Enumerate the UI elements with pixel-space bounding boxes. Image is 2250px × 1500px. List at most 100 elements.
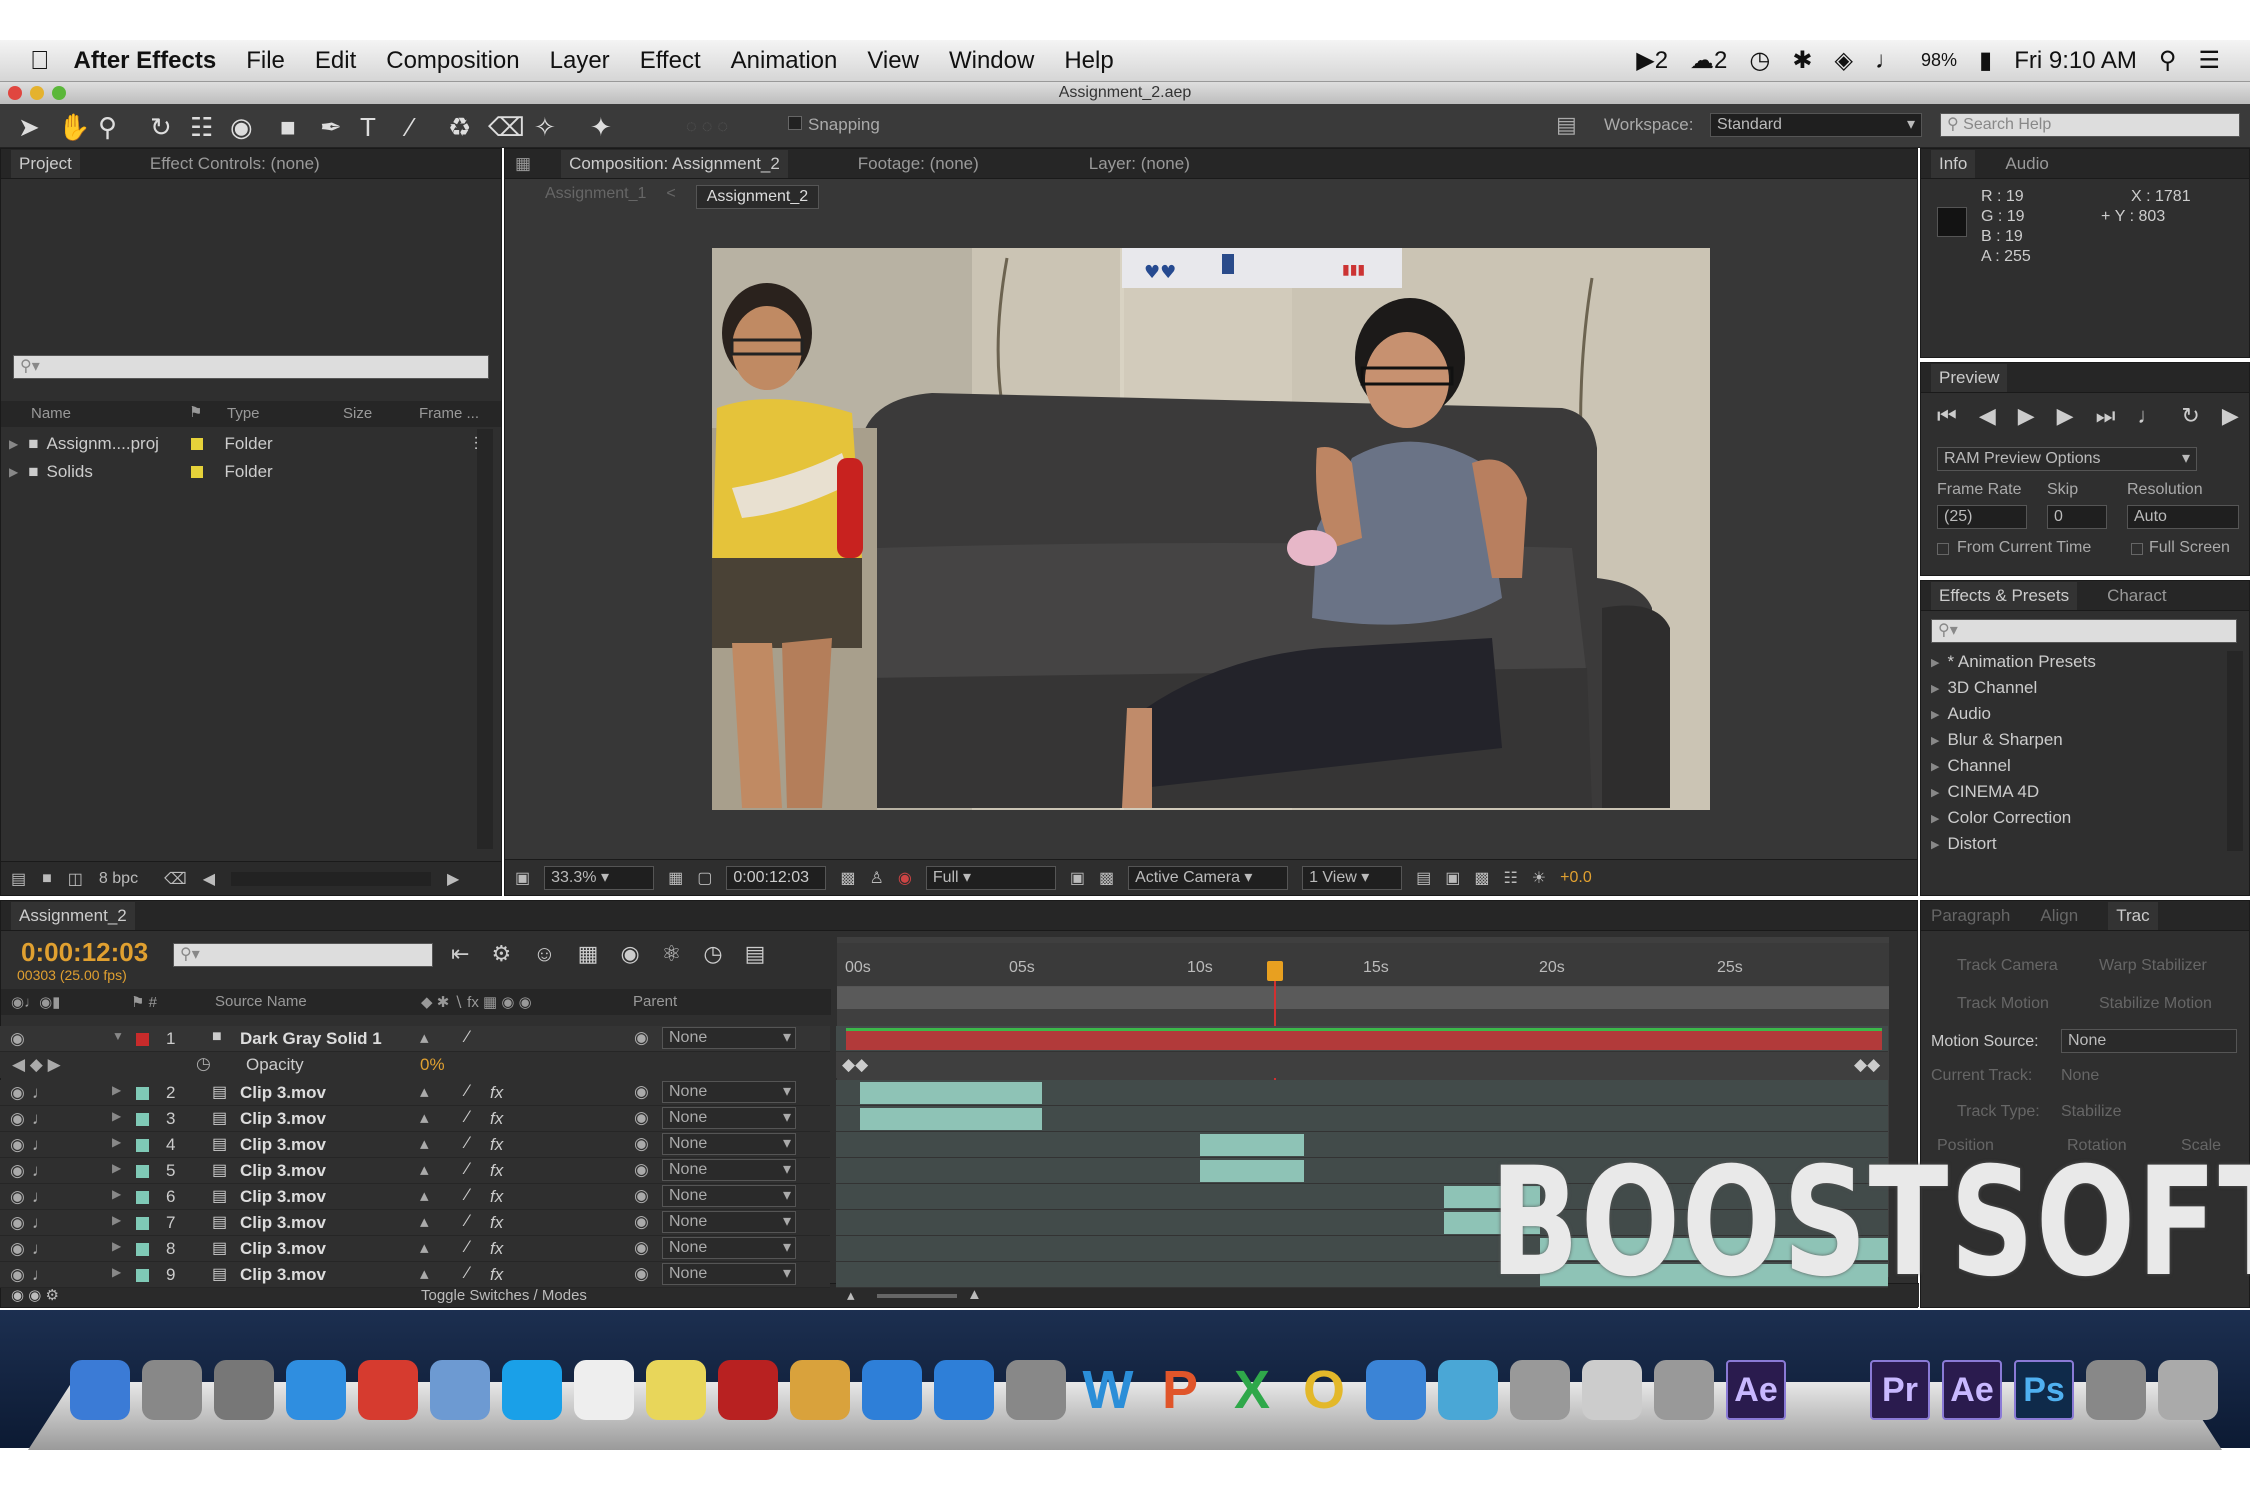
column-name[interactable]: Name (31, 405, 71, 422)
disclosure-icon[interactable]: ▶ (112, 1265, 121, 1279)
disclosure-icon[interactable]: ▶ (112, 1161, 121, 1175)
menu-view[interactable]: View (867, 47, 919, 75)
shy-switch-icon[interactable]: ▴ (420, 1238, 429, 1258)
pick-whip-icon[interactable]: ◉ (634, 1134, 649, 1154)
parent-select[interactable]: None ▾ (662, 1237, 796, 1259)
quality-switch-icon[interactable]: ⁄ (466, 1211, 469, 1231)
effects-switch-icon[interactable]: fx (490, 1161, 503, 1181)
tab-align[interactable]: Align (2040, 906, 2078, 926)
composition-mini-flowchart-icon[interactable]: ⇤ (451, 941, 469, 967)
zoom-in-icon[interactable]: ▲ (967, 1286, 982, 1303)
stickies-icon[interactable] (646, 1360, 706, 1420)
layer-source-name[interactable]: Clip 3.mov (240, 1265, 326, 1285)
shy-switch-icon[interactable]: ▴ (420, 1134, 429, 1154)
effects-switch-icon[interactable]: fx (490, 1213, 503, 1233)
disclosure-icon[interactable]: ▶ (112, 1083, 121, 1097)
timeline-zoom-slider[interactable] (877, 1294, 957, 1298)
network-icon[interactable] (1438, 1360, 1498, 1420)
disclosure-icon[interactable]: ▶ (112, 1239, 121, 1253)
disclosure-icon[interactable]: ▶ (112, 1213, 121, 1227)
clock-status-icon[interactable]: ◷ (1749, 46, 1770, 75)
quality-switch-icon[interactable]: ⁄ (466, 1081, 469, 1101)
tab-preview[interactable]: Preview (1931, 363, 2008, 392)
full-screen-checkbox[interactable] (2131, 543, 2143, 555)
layer-duration-bar[interactable] (846, 1028, 1882, 1050)
skype-icon[interactable] (502, 1360, 562, 1420)
quality-switch-icon[interactable]: ⁄ (466, 1263, 469, 1283)
pick-whip-icon[interactable]: ◉ (634, 1108, 649, 1128)
list-item[interactable]: ▶ Blur & Sharpen (1931, 727, 2221, 753)
audio-speaker-icon[interactable]: ♩ (32, 1161, 49, 1181)
keychain-icon[interactable] (1654, 1360, 1714, 1420)
volume-icon[interactable]: ♩ (1875, 47, 1899, 75)
keyframe-icon[interactable]: ◆◆ (1854, 1055, 1880, 1075)
tab-layer[interactable]: Layer: (none) (1089, 154, 1190, 174)
graph-editor-icon[interactable]: ▤ (745, 941, 766, 967)
photoshop-icon[interactable]: Ps (2014, 1360, 2074, 1420)
apple-icon[interactable]:  (30, 45, 50, 76)
menu-window[interactable]: Window (949, 47, 1034, 75)
footer-icons[interactable]: ◉ ◉ ⚙ (11, 1286, 59, 1304)
after-effects-icon[interactable]: Ae (1942, 1360, 2002, 1420)
keyframe-icon[interactable]: ◆◆ (842, 1055, 868, 1075)
timeline-search-input[interactable]: ⚲▾ (173, 943, 433, 967)
clock[interactable]: Fri 9:10 AM (2014, 47, 2137, 75)
excel-icon[interactable]: X (1222, 1360, 1282, 1420)
type-tool-icon[interactable]: T (360, 112, 376, 143)
layer-source-name[interactable]: Clip 3.mov (240, 1083, 326, 1103)
audio-speaker-icon[interactable]: ♩ (32, 1265, 49, 1285)
dvd-player-icon[interactable] (1582, 1360, 1642, 1420)
zoom-window-icon[interactable] (52, 86, 66, 100)
layer-source-name[interactable]: Clip 3.mov (240, 1109, 326, 1129)
pick-whip-icon[interactable]: ◉ (634, 1186, 649, 1206)
pick-whip-icon[interactable]: ◉ (634, 1082, 649, 1102)
label-swatch[interactable] (136, 1243, 149, 1256)
new-folder-icon[interactable]: ■ (42, 870, 52, 888)
transparency-grid-icon[interactable]: ▩ (1099, 868, 1114, 888)
bluetooth-icon[interactable]: ✱ (1792, 46, 1812, 75)
last-frame-icon[interactable]: ⏭ (2096, 403, 2116, 429)
disclosure-icon[interactable]: ▼ (112, 1029, 124, 1043)
disclosure-icon[interactable]: ▶ (112, 1109, 121, 1123)
list-item[interactable]: ▶ ■ Assignm....proj Folder ☷ (9, 431, 489, 457)
skip-select[interactable]: 0 (2047, 505, 2107, 529)
disclosure-icon[interactable]: ▶ (1931, 760, 1939, 773)
pick-whip-icon[interactable]: ◉ (634, 1238, 649, 1258)
wifi-icon[interactable]: ◈ (1834, 46, 1852, 75)
effects-switch-icon[interactable]: fx (490, 1239, 503, 1259)
launchpad-icon[interactable] (142, 1360, 202, 1420)
shy-switch-icon[interactable]: ▴ (420, 1212, 429, 1232)
disclosure-icon[interactable]: ▶ (112, 1187, 121, 1201)
word-icon[interactable]: W (1078, 1360, 1138, 1420)
camera-select[interactable]: Active Camera ▾ (1128, 865, 1289, 890)
ram-preview-select[interactable]: RAM Preview Options ▾ (1937, 447, 2197, 471)
exposure-value[interactable]: +0.0 (1560, 869, 1592, 887)
disclosure-icon[interactable]: ▶ (1931, 708, 1939, 721)
brainstorm-icon[interactable]: ⚛ (662, 941, 682, 967)
list-item[interactable]: ▶ 3D Channel (1931, 675, 2221, 701)
composition-viewer[interactable]: ♥♥ ▮▮▮ (712, 248, 1710, 810)
selection-tool-icon[interactable]: ➤ (18, 112, 40, 143)
table-row[interactable]: ◉ ♩ ▶ 3 ▤ Clip 3.mov ▴ ⁄ fx ◉ None ▾ (0, 1106, 2250, 1132)
clone-stamp-tool-icon[interactable]: ♻ (448, 112, 471, 143)
label-swatch[interactable] (136, 1087, 149, 1100)
parent-select[interactable]: None ▾ (662, 1027, 796, 1049)
minimize-window-icon[interactable] (30, 86, 44, 100)
hand-tool-icon[interactable]: ✋ (58, 112, 90, 143)
resolution-select[interactable]: Full ▾ (925, 865, 1056, 890)
effects-scrollbar[interactable] (2227, 651, 2243, 851)
quality-switch-icon[interactable]: ⁄ (466, 1133, 469, 1153)
label-swatch[interactable] (136, 1269, 149, 1282)
disclosure-icon[interactable]: ▶ (1931, 838, 1939, 851)
layer-duration-bar[interactable] (1200, 1134, 1304, 1156)
snapping-checkbox[interactable] (788, 116, 802, 130)
disclosure-icon[interactable]: ▶ (1931, 812, 1939, 825)
rotate-tool-icon[interactable]: ↻ (150, 112, 172, 143)
show-snapshot-icon[interactable]: ♙ (870, 868, 884, 888)
new-composition-icon[interactable]: ◫ (68, 869, 83, 889)
list-item[interactable]: ▶ ■ Solids Folder (9, 459, 489, 485)
effects-switch-icon[interactable]: fx (490, 1265, 503, 1285)
pen-tool-icon[interactable]: ✒ (320, 112, 342, 143)
layer-source-name[interactable]: Clip 3.mov (240, 1161, 326, 1181)
tab-audio[interactable]: Audio (2005, 154, 2048, 174)
